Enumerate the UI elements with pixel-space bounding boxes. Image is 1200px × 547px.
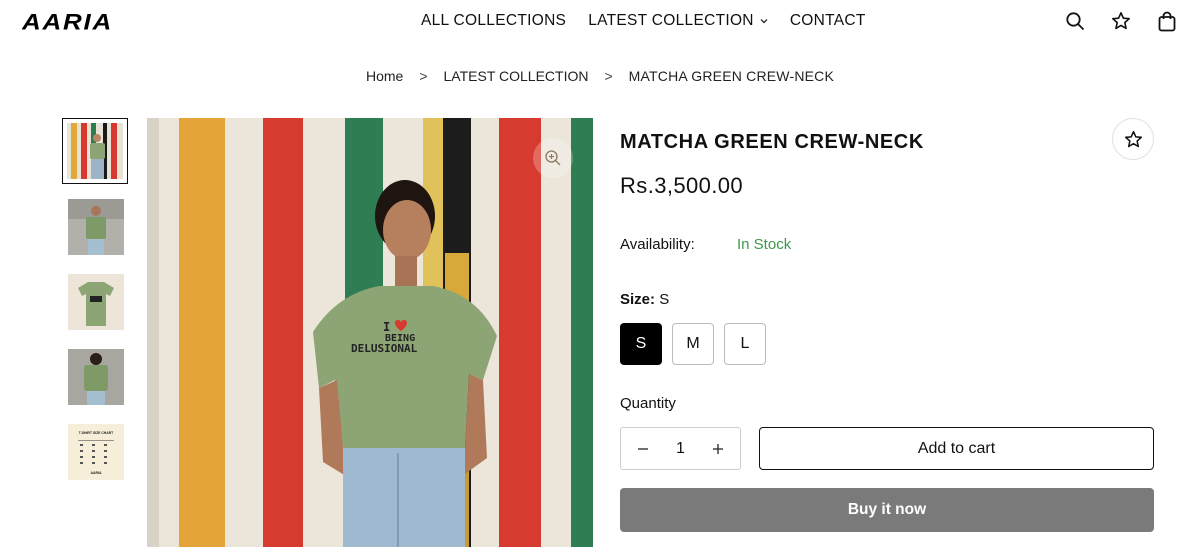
aaria-logo[interactable]: AARIA (22, 12, 159, 32)
product-price: Rs.3,500.00 (620, 173, 744, 198)
minus-icon[interactable] (635, 441, 651, 457)
product-title: MATCHA GREEN CREW-NECK (620, 131, 924, 153)
size-label-text: Size: (620, 291, 656, 308)
size-chart-logo: AARIA (90, 471, 102, 475)
nav-all-collections[interactable]: ALL COLLECTIONS (421, 12, 566, 30)
nav-latest-collection[interactable]: LATEST COLLECTION (588, 12, 768, 30)
star-icon (1124, 130, 1142, 147)
size-option-l[interactable]: L (724, 323, 766, 365)
breadcrumb-separator: > (604, 68, 613, 84)
bag-icon[interactable] (1156, 10, 1178, 32)
nav-contact-label: CONTACT (789, 12, 866, 29)
quantity-label: Quantity (620, 395, 676, 412)
buy-it-now-button[interactable]: Buy it now (620, 488, 1154, 532)
main-nav: ALL COLLECTIONS LATEST COLLECTION CONTAC… (421, 12, 866, 30)
header-actions (1064, 10, 1178, 32)
nav-latest-collection-label: LATEST COLLECTION (588, 12, 754, 29)
search-icon[interactable] (1064, 10, 1086, 32)
availability-status: In Stock (737, 236, 792, 253)
availability-label: Availability: (620, 236, 695, 253)
thumbnail-3[interactable] (68, 274, 124, 330)
shirt-print-line-1: I (383, 320, 390, 334)
size-option-m[interactable]: M (672, 323, 714, 365)
site-header: AARIA ALL COLLECTIONS LATEST COLLECTION … (0, 0, 1200, 44)
breadcrumb-latest-collection[interactable]: LATEST COLLECTION (444, 68, 589, 84)
size-chart-title: T-SHIRT SIZE CHART (79, 431, 114, 435)
zoom-in-icon[interactable] (533, 138, 573, 178)
svg-text:AARIA: AARIA (22, 12, 113, 32)
breadcrumb-current: MATCHA GREEN CREW-NECK (628, 68, 835, 84)
breadcrumb-home[interactable]: Home (366, 68, 403, 84)
thumbnail-1[interactable] (62, 118, 128, 184)
main-product-image[interactable]: I BEING DELUSIONAL (147, 118, 593, 547)
plus-icon[interactable] (710, 441, 726, 457)
nav-all-collections-label: ALL COLLECTIONS (421, 12, 567, 29)
wishlist-button[interactable] (1112, 118, 1154, 160)
quantity-stepper (620, 427, 741, 470)
nav-contact[interactable]: CONTACT (790, 12, 866, 30)
chevron-down-icon (760, 19, 768, 24)
size-selected-value: S (659, 291, 670, 308)
size-label: Size: S (620, 291, 669, 308)
breadcrumb-separator: > (419, 68, 428, 84)
star-icon[interactable] (1110, 10, 1132, 32)
thumbnail-5-size-chart[interactable]: T-SHIRT SIZE CHART AARIA (68, 424, 124, 480)
size-option-s[interactable]: S (620, 323, 662, 365)
shirt-print-line-3: DELUSIONAL (351, 342, 418, 355)
thumbnail-4[interactable] (68, 349, 124, 405)
size-options: S M L (620, 323, 766, 365)
add-to-cart-button[interactable]: Add to cart (759, 427, 1154, 470)
quantity-input[interactable] (660, 439, 701, 458)
breadcrumb: Home > LATEST COLLECTION > MATCHA GREEN … (0, 68, 1200, 84)
thumbnail-2[interactable] (68, 199, 124, 255)
